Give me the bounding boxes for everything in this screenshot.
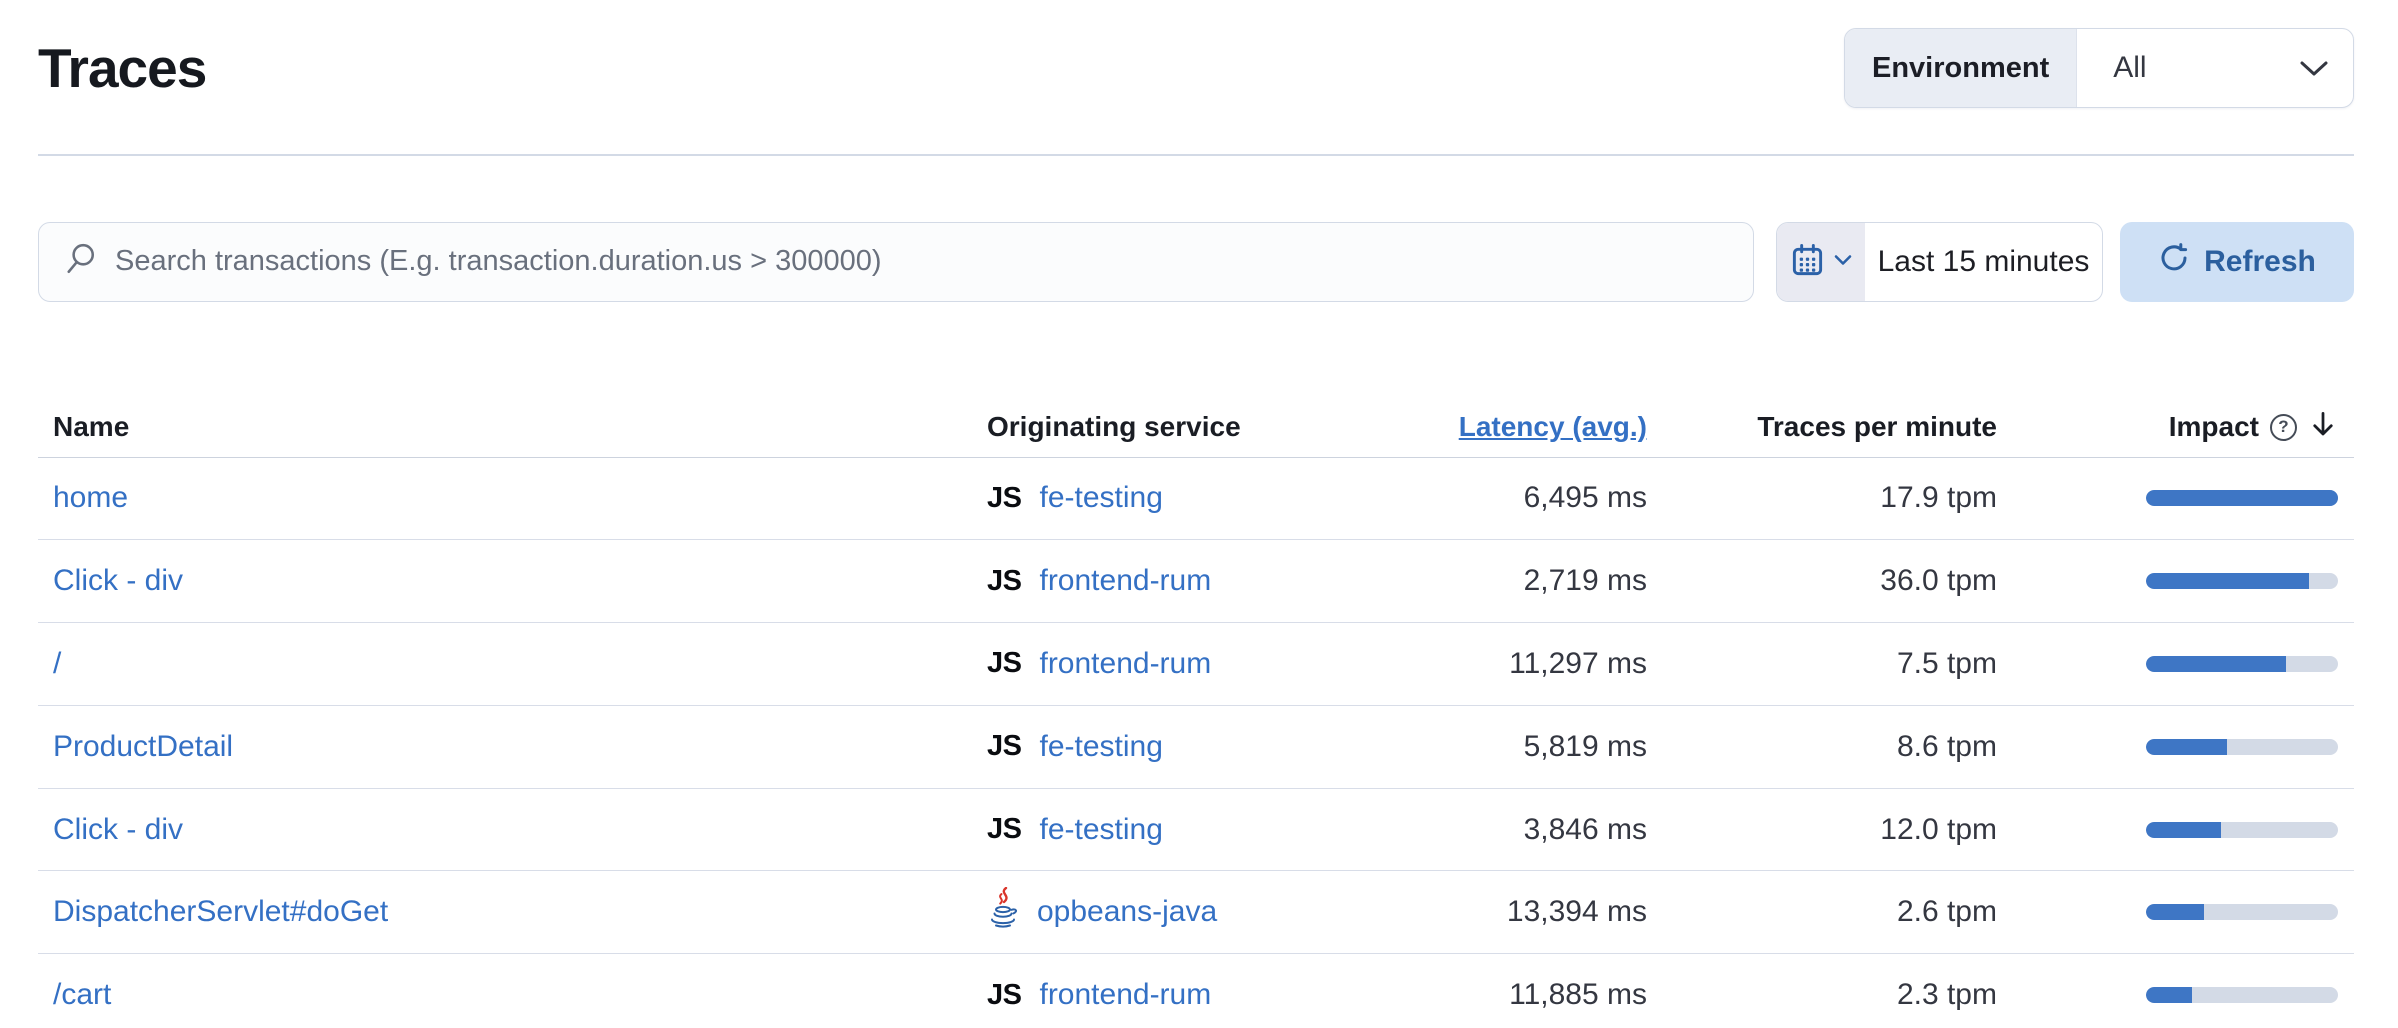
filter-bar: Last 15 minutes Refresh — [38, 222, 2354, 302]
impact-bar — [2146, 573, 2338, 589]
page-title: Traces — [38, 36, 206, 100]
latency-value: 11,885 ms — [1509, 978, 1647, 1011]
service-link[interactable]: fe-testing — [1039, 730, 1162, 764]
table-row: /cart JS frontend-rum 11,885 ms 2.3 tpm — [38, 954, 2354, 1028]
transaction-link[interactable]: /cart — [53, 978, 111, 1011]
latency-value: 6,495 ms — [1524, 481, 1647, 514]
table-row: ProductDetail JS fe-testing 5,819 ms 8.6 tpm — [38, 706, 2354, 789]
tpm-value: 2.3 tpm — [1897, 978, 1997, 1011]
impact-bar — [2146, 987, 2338, 1003]
java-agent-icon — [987, 887, 1019, 937]
refresh-icon — [2158, 242, 2190, 282]
latency-value: 13,394 ms — [1507, 895, 1647, 928]
transaction-link[interactable]: / — [53, 647, 61, 680]
transaction-link[interactable]: Click - div — [53, 564, 183, 597]
table-row: / JS frontend-rum 11,297 ms 7.5 tpm — [38, 623, 2354, 706]
quick-select-menu-button[interactable] — [1777, 223, 1865, 301]
impact-bar — [2146, 904, 2338, 920]
transaction-link[interactable]: ProductDetail — [53, 730, 233, 763]
refresh-button[interactable]: Refresh — [2120, 222, 2354, 302]
js-agent-icon: JS — [987, 482, 1021, 515]
js-agent-icon: JS — [987, 813, 1021, 846]
question-in-circle-icon[interactable]: ? — [2270, 414, 2297, 441]
search-icon — [63, 242, 97, 281]
js-agent-icon: JS — [987, 730, 1021, 763]
service-link[interactable]: fe-testing — [1039, 481, 1162, 515]
tpm-value: 12.0 tpm — [1880, 813, 1997, 846]
environment-select[interactable]: Environment All — [1844, 28, 2354, 108]
impact-bar-fill — [2146, 904, 2204, 920]
transaction-link[interactable]: Click - div — [53, 813, 183, 846]
latency-sort-link[interactable]: Latency (avg.) — [1459, 411, 1647, 442]
calendar-icon — [1790, 243, 1825, 281]
impact-bar — [2146, 739, 2338, 755]
page-header: Traces Environment All — [38, 0, 2354, 108]
table-row: home JS fe-testing 6,495 ms 17.9 tpm — [38, 458, 2354, 541]
column-header-latency[interactable]: Latency (avg.) — [1367, 411, 1647, 443]
tpm-value: 2.6 tpm — [1897, 895, 1997, 928]
transaction-link[interactable]: DispatcherServlet#doGet — [53, 895, 388, 928]
date-picker: Last 15 minutes — [1776, 222, 2103, 302]
column-header-impact[interactable]: Impact ? — [1997, 409, 2354, 446]
environment-select-value[interactable]: All — [2077, 29, 2353, 107]
table-row: DispatcherServlet#doGet opbeans-java 13,39… — [38, 871, 2354, 954]
environment-select-label: Environment — [1845, 29, 2077, 107]
impact-bar — [2146, 656, 2338, 672]
service-link[interactable]: fe-testing — [1039, 813, 1162, 847]
tpm-value: 7.5 tpm — [1897, 647, 1997, 680]
refresh-button-label: Refresh — [2204, 245, 2316, 279]
table-row: Click - div JS frontend-rum 2,719 ms 36.0 tp… — [38, 540, 2354, 623]
latency-value: 11,297 ms — [1509, 647, 1647, 680]
service-link[interactable]: frontend-rum — [1039, 564, 1211, 598]
time-range-button[interactable]: Last 15 minutes — [1865, 223, 2102, 301]
impact-bar-fill — [2146, 656, 2286, 672]
service-link[interactable]: frontend-rum — [1039, 647, 1211, 681]
impact-bar-fill — [2146, 822, 2221, 838]
service-link[interactable]: frontend-rum — [1039, 978, 1211, 1012]
latency-value: 5,819 ms — [1524, 730, 1647, 763]
impact-bar-fill — [2146, 490, 2338, 506]
transaction-link[interactable]: home — [53, 481, 128, 514]
traces-table: Name Originating service Latency (avg.) … — [38, 398, 2354, 1028]
column-header-originating-service: Originating service — [987, 411, 1367, 443]
impact-bar — [2146, 822, 2338, 838]
column-header-name: Name — [38, 411, 987, 443]
search-input[interactable] — [115, 245, 1743, 278]
chevron-down-icon — [1834, 254, 1852, 269]
js-agent-icon: JS — [987, 565, 1021, 598]
latency-value: 3,846 ms — [1524, 813, 1647, 846]
js-agent-icon: JS — [987, 979, 1021, 1012]
service-link[interactable]: opbeans-java — [1037, 895, 1217, 929]
js-agent-icon: JS — [987, 647, 1021, 680]
tpm-value: 36.0 tpm — [1880, 564, 1997, 597]
table-row: Click - div JS fe-testing 3,846 ms 12.0 tpm — [38, 789, 2354, 872]
chevron-down-icon — [2299, 51, 2329, 85]
impact-bar-fill — [2146, 739, 2227, 755]
column-header-traces-per-minute: Traces per minute — [1647, 411, 1997, 443]
search-box[interactable] — [38, 222, 1754, 302]
tpm-value: 8.6 tpm — [1897, 730, 1997, 763]
impact-bar — [2146, 490, 2338, 506]
environment-selected-option: All — [2113, 51, 2146, 85]
traces-page: Traces Environment All — [0, 0, 2398, 1028]
sort-descending-arrow-icon — [2308, 409, 2338, 446]
table-header-row: Name Originating service Latency (avg.) … — [38, 398, 2354, 458]
impact-bar-fill — [2146, 573, 2309, 589]
tpm-value: 17.9 tpm — [1880, 481, 1997, 514]
impact-header-label: Impact — [2169, 411, 2259, 443]
header-divider — [38, 154, 2354, 156]
table-body: home JS fe-testing 6,495 ms 17.9 tpm Click - … — [38, 458, 2354, 1028]
latency-value: 2,719 ms — [1524, 564, 1647, 597]
impact-bar-fill — [2146, 987, 2192, 1003]
